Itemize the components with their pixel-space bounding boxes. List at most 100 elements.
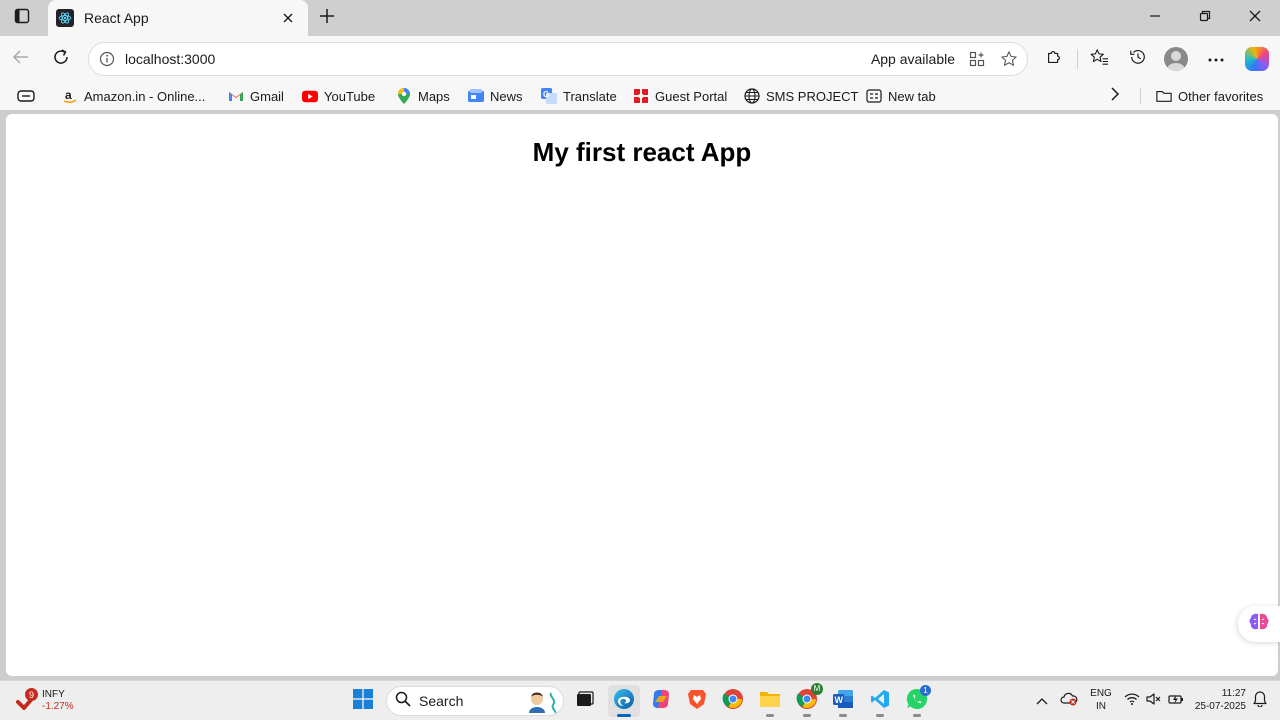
stock-badge: 9 xyxy=(25,688,38,701)
chrome-icon xyxy=(722,688,744,715)
history-button[interactable] xyxy=(1123,44,1153,74)
taskbar-edge[interactable] xyxy=(608,685,640,717)
favorite-label: News xyxy=(490,88,523,104)
favorites-button[interactable] xyxy=(1084,44,1114,74)
volume-muted-icon xyxy=(1146,692,1162,710)
folder-icon xyxy=(1156,88,1172,104)
taskbar-search[interactable]: Search xyxy=(386,686,564,716)
language-region: IN xyxy=(1096,701,1106,712)
copilot-button[interactable] xyxy=(1242,44,1272,74)
favorite-star-icon[interactable] xyxy=(995,45,1023,73)
close-icon xyxy=(1249,9,1261,27)
refresh-button[interactable] xyxy=(46,44,76,74)
svg-text:a: a xyxy=(65,88,72,102)
puzzle-icon xyxy=(1045,48,1063,71)
gmail-icon xyxy=(228,88,244,104)
taskbar-chrome-profile[interactable]: M xyxy=(791,682,823,717)
notifications-button[interactable] xyxy=(1250,690,1270,712)
copilot-app-icon xyxy=(650,688,672,715)
taskbar-chrome[interactable] xyxy=(717,685,749,717)
windows-logo-icon xyxy=(353,688,373,714)
taskbar: 9 INFY -1.27% Search M W 1 ENG IN 11:27 … xyxy=(0,680,1280,720)
restore-button[interactable] xyxy=(1180,0,1230,36)
tab-close-icon[interactable] xyxy=(278,8,298,28)
task-view-icon xyxy=(576,690,594,712)
close-window-button[interactable] xyxy=(1230,0,1280,36)
language-indicator[interactable]: ENG IN xyxy=(1088,687,1114,713)
stock-change: -1.27% xyxy=(42,701,74,712)
running-indicator xyxy=(839,714,847,717)
clock-date: 25-07-2025 xyxy=(1194,701,1246,712)
favorite-sms-project[interactable]: SMS PROJECT xyxy=(744,85,858,107)
language-code: ENG xyxy=(1090,688,1112,699)
sidebar-toggle-button[interactable] xyxy=(1238,606,1280,642)
bookmark-bar-icon[interactable] xyxy=(16,87,36,105)
clock[interactable]: 11:27 25-07-2025 xyxy=(1186,687,1246,713)
minimize-icon xyxy=(1149,9,1161,27)
taskbar-file-explorer-dark[interactable] xyxy=(569,685,601,717)
edge-icon xyxy=(613,688,635,715)
other-favorites[interactable]: Other favorites xyxy=(1156,85,1263,107)
favorites-star-list-icon xyxy=(1089,48,1109,71)
app-available-button[interactable]: App available xyxy=(871,51,955,67)
maps-pin-icon xyxy=(396,88,412,104)
back-button[interactable] xyxy=(6,44,36,74)
restore-icon xyxy=(1199,9,1211,27)
favorite-new-tab[interactable]: New tab xyxy=(866,85,936,107)
favorite-guest-portal[interactable]: Guest Portal xyxy=(633,85,727,107)
url-text[interactable]: localhost:3000 xyxy=(125,51,871,67)
taskbar-brave[interactable] xyxy=(681,685,713,717)
wifi-icon xyxy=(1124,692,1140,710)
favorite-label: Guest Portal xyxy=(655,88,728,104)
site-info-icon[interactable] xyxy=(97,49,117,69)
bell-icon xyxy=(1253,690,1267,712)
show-hidden-icons-button[interactable] xyxy=(1034,685,1050,717)
favorite-amazon[interactable]: a Amazon.in - Online... xyxy=(62,85,205,107)
news-icon xyxy=(468,88,484,104)
battery-charging-icon xyxy=(1168,692,1184,710)
page-viewport: My first react App xyxy=(6,114,1280,676)
minimize-button[interactable] xyxy=(1130,0,1180,36)
install-app-icon[interactable] xyxy=(963,45,991,73)
favorites-divider xyxy=(1140,88,1141,104)
favorite-label: YouTube xyxy=(324,88,376,104)
more-favorites-button[interactable] xyxy=(1104,85,1126,107)
taskbar-whatsapp[interactable]: 1 xyxy=(901,684,933,717)
address-bar[interactable]: localhost:3000 App available xyxy=(88,42,1028,76)
tab-actions-button[interactable] xyxy=(8,5,36,31)
taskbar-word[interactable]: W xyxy=(827,685,859,717)
page-title: My first react App xyxy=(532,137,752,167)
start-button[interactable] xyxy=(347,685,379,717)
refresh-icon xyxy=(52,48,70,71)
taskbar-file-explorer[interactable] xyxy=(754,685,786,717)
favorite-translate[interactable]: G Translate xyxy=(541,85,617,107)
globe-icon xyxy=(744,88,760,104)
favorite-label: SMS PROJECT xyxy=(766,88,859,104)
taskbar-copilot[interactable] xyxy=(645,685,677,717)
browser-toolbar: localhost:3000 App available xyxy=(0,36,1280,82)
favorite-maps[interactable]: Maps xyxy=(396,85,450,107)
onedrive-status[interactable] xyxy=(1058,685,1080,717)
favorite-gmail[interactable]: Gmail xyxy=(228,85,284,107)
tab-react-app[interactable]: React App xyxy=(48,0,308,36)
quick-settings[interactable] xyxy=(1122,685,1186,717)
arrow-left-icon xyxy=(12,48,30,71)
search-highlight-icon xyxy=(523,689,563,713)
active-indicator xyxy=(617,714,631,717)
amazon-icon: a xyxy=(62,88,78,104)
stock-widget[interactable]: 9 INFY -1.27% xyxy=(16,687,74,715)
window-controls xyxy=(1130,0,1280,36)
favorite-label: Gmail xyxy=(250,88,284,104)
taskbar-vscode[interactable] xyxy=(864,685,896,717)
settings-more-button[interactable] xyxy=(1201,44,1231,74)
favorite-news[interactable]: News xyxy=(468,85,523,107)
folder-app-icon xyxy=(759,690,781,713)
whatsapp-icon: 1 xyxy=(906,684,931,715)
new-tab-button[interactable] xyxy=(314,5,340,31)
youtube-icon xyxy=(302,88,318,104)
profile-button[interactable] xyxy=(1161,44,1191,74)
favorite-youtube[interactable]: YouTube xyxy=(302,85,375,107)
favorites-bar: a Amazon.in - Online... Gmail YouTube Ma… xyxy=(0,82,1280,110)
history-icon xyxy=(1129,48,1147,71)
extensions-button[interactable] xyxy=(1039,44,1069,74)
